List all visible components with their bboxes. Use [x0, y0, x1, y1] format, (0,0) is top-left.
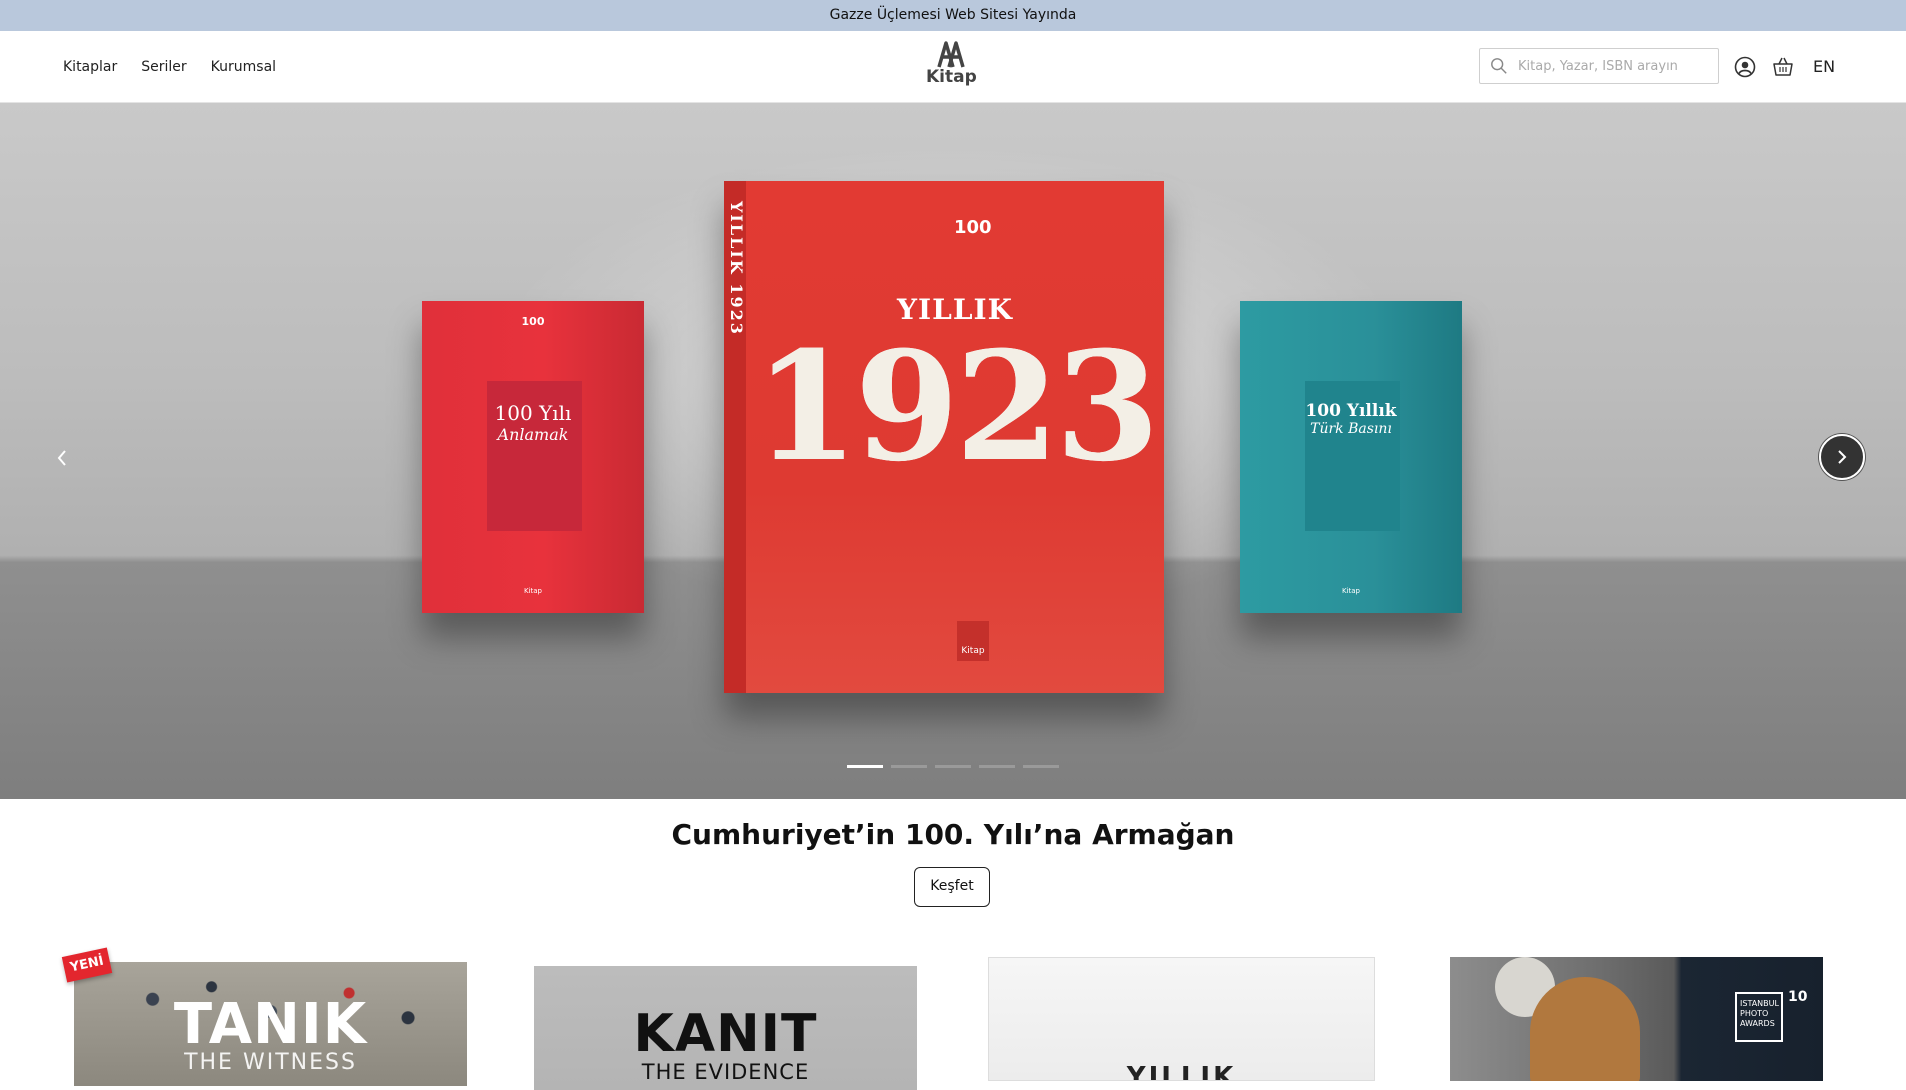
publisher-emblem: Kitap — [957, 621, 989, 661]
carousel-pagination — [847, 765, 1059, 768]
explore-button[interactable]: Keşfet — [914, 867, 990, 907]
book-card-tanik[interactable]: TANIK THE WITNESS — [74, 962, 467, 1086]
carousel-dot[interactable] — [1023, 765, 1059, 768]
award-number: 10 — [1788, 989, 1808, 1005]
book-cover-100-yili-anlamak: 100 100 Yılı Anlamak Kitap — [422, 301, 644, 613]
book-card-title: TANIK — [173, 992, 368, 1057]
centennial-badge: 100 — [954, 217, 992, 238]
announcement-bar[interactable]: Gazze Üçlemesi Web Sitesi Yayında — [0, 0, 1906, 31]
shopping-basket-icon[interactable] — [1772, 56, 1794, 78]
hero-carousel[interactable]: 100 100 Yılı Anlamak Kitap 100 Yıllık Tü… — [0, 103, 1906, 799]
book-year: 1923 — [754, 319, 1159, 495]
book-title-line2: Türk Basını — [1310, 421, 1392, 437]
book-card-subtitle: THE WITNESS — [184, 1050, 357, 1075]
site-header: Kitaplar Seriler Kurumsal Kitap EN — [0, 31, 1906, 103]
carousel-dot[interactable] — [847, 765, 883, 768]
site-logo[interactable]: Kitap — [926, 39, 977, 95]
book-spine-text: YILLIK 1923 — [727, 201, 746, 336]
book-title-line1: 100 Yılı — [494, 401, 572, 425]
book-card-kanit[interactable]: KANIT THE EVIDENCE — [534, 966, 917, 1090]
book-card-istanbul-photo-awards[interactable]: ISTANBUL PHOTO AWARDS 10 — [1450, 957, 1823, 1081]
carousel-next-button[interactable] — [1819, 434, 1865, 480]
chevron-right-icon — [1838, 450, 1847, 464]
book-card-title: KANIT — [633, 1004, 818, 1064]
nav-item-kurumsal[interactable]: Kurumsal — [211, 59, 276, 75]
search-box[interactable] — [1479, 48, 1719, 84]
book-title: 100 Yılı Anlamak — [422, 401, 644, 444]
book-cover-yillik-1923: YILLIK 1923 100 YILLIK 1923 Kitap — [724, 181, 1164, 693]
publisher-logo: Kitap — [1341, 587, 1360, 595]
user-account-icon[interactable] — [1734, 56, 1756, 78]
nav-item-seriler[interactable]: Seriler — [141, 59, 186, 75]
carousel-dot[interactable] — [891, 765, 927, 768]
search-icon — [1491, 58, 1507, 74]
book-cover-100-yillik-turk-basini: 100 Yıllık Türk Basını Kitap — [1240, 301, 1462, 613]
book-card-title: YILLIK — [1126, 1062, 1237, 1081]
book-title-line2: Anlamak — [497, 425, 569, 444]
language-switch[interactable]: EN — [1813, 31, 1835, 102]
book-title: 100 Yıllık Türk Basını — [1240, 401, 1462, 437]
book-card-subtitle: THE EVIDENCE — [641, 1060, 810, 1084]
book-card-yillik[interactable]: YILLIK — [988, 957, 1375, 1081]
feature-title: Cumhuriyet’in 100. Yılı’na Armağan — [671, 818, 1235, 851]
publisher-logo: Kitap — [523, 587, 542, 595]
aa-logo-icon — [937, 41, 965, 68]
cover-image — [1530, 977, 1640, 1081]
book-title-line1: 100 Yıllık — [1305, 401, 1397, 421]
nav-item-kitaplar[interactable]: Kitaplar — [63, 59, 117, 75]
announcement-text[interactable]: Gazze Üçlemesi Web Sitesi Yayında — [830, 7, 1077, 23]
carousel-prev-icon[interactable] — [52, 443, 72, 473]
carousel-dot[interactable] — [979, 765, 1015, 768]
logo-text: Kitap — [926, 67, 977, 87]
main-nav: Kitaplar Seriler Kurumsal — [63, 31, 276, 102]
carousel-dot[interactable] — [935, 765, 971, 768]
award-logo: ISTANBUL PHOTO AWARDS — [1735, 992, 1783, 1042]
search-input[interactable] — [1516, 57, 1710, 75]
centennial-badge: 100 — [521, 315, 545, 328]
